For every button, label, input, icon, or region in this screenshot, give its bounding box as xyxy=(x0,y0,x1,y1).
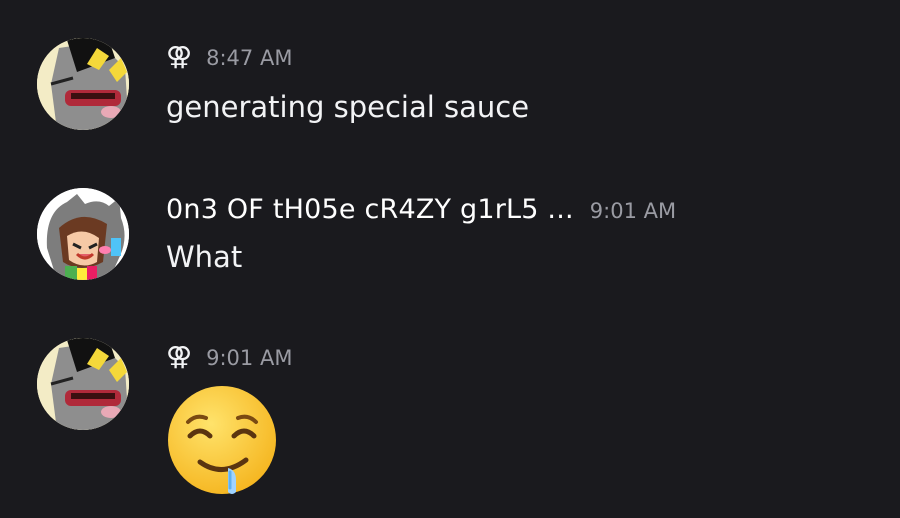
bunny-avatar[interactable] xyxy=(37,38,129,130)
message-header: ⚢ 9:01 AM xyxy=(166,344,292,370)
message-text: generating special sauce xyxy=(166,90,530,124)
timestamp[interactable]: 8:47 AM xyxy=(206,46,292,70)
cat-hood-girl-avatar[interactable] xyxy=(37,188,129,280)
bunny-avatar-icon xyxy=(37,338,129,430)
role-icon: ⚢ xyxy=(166,342,193,372)
cat-hood-girl-avatar-icon xyxy=(37,188,129,280)
bunny-avatar-icon xyxy=(37,38,129,130)
message-header: 0n3 OF tH05e cR4ZY g1rL5 ... 9:01 AM xyxy=(166,194,676,225)
bunny-avatar[interactable] xyxy=(37,338,129,430)
drooling-face-icon xyxy=(168,386,276,494)
role-icon: ⚢ xyxy=(166,42,193,72)
timestamp[interactable]: 9:01 AM xyxy=(590,199,676,223)
message-text: What xyxy=(166,240,243,274)
chat-message-list: ⚢ 8:47 AM generating special sauce 0n3 O… xyxy=(0,0,900,518)
timestamp[interactable]: 9:01 AM xyxy=(206,346,292,370)
message-header: ⚢ 8:47 AM xyxy=(166,44,292,70)
drooling-face-emoji xyxy=(166,384,278,496)
username[interactable]: 0n3 OF tH05e cR4ZY g1rL5 ... xyxy=(166,194,574,225)
